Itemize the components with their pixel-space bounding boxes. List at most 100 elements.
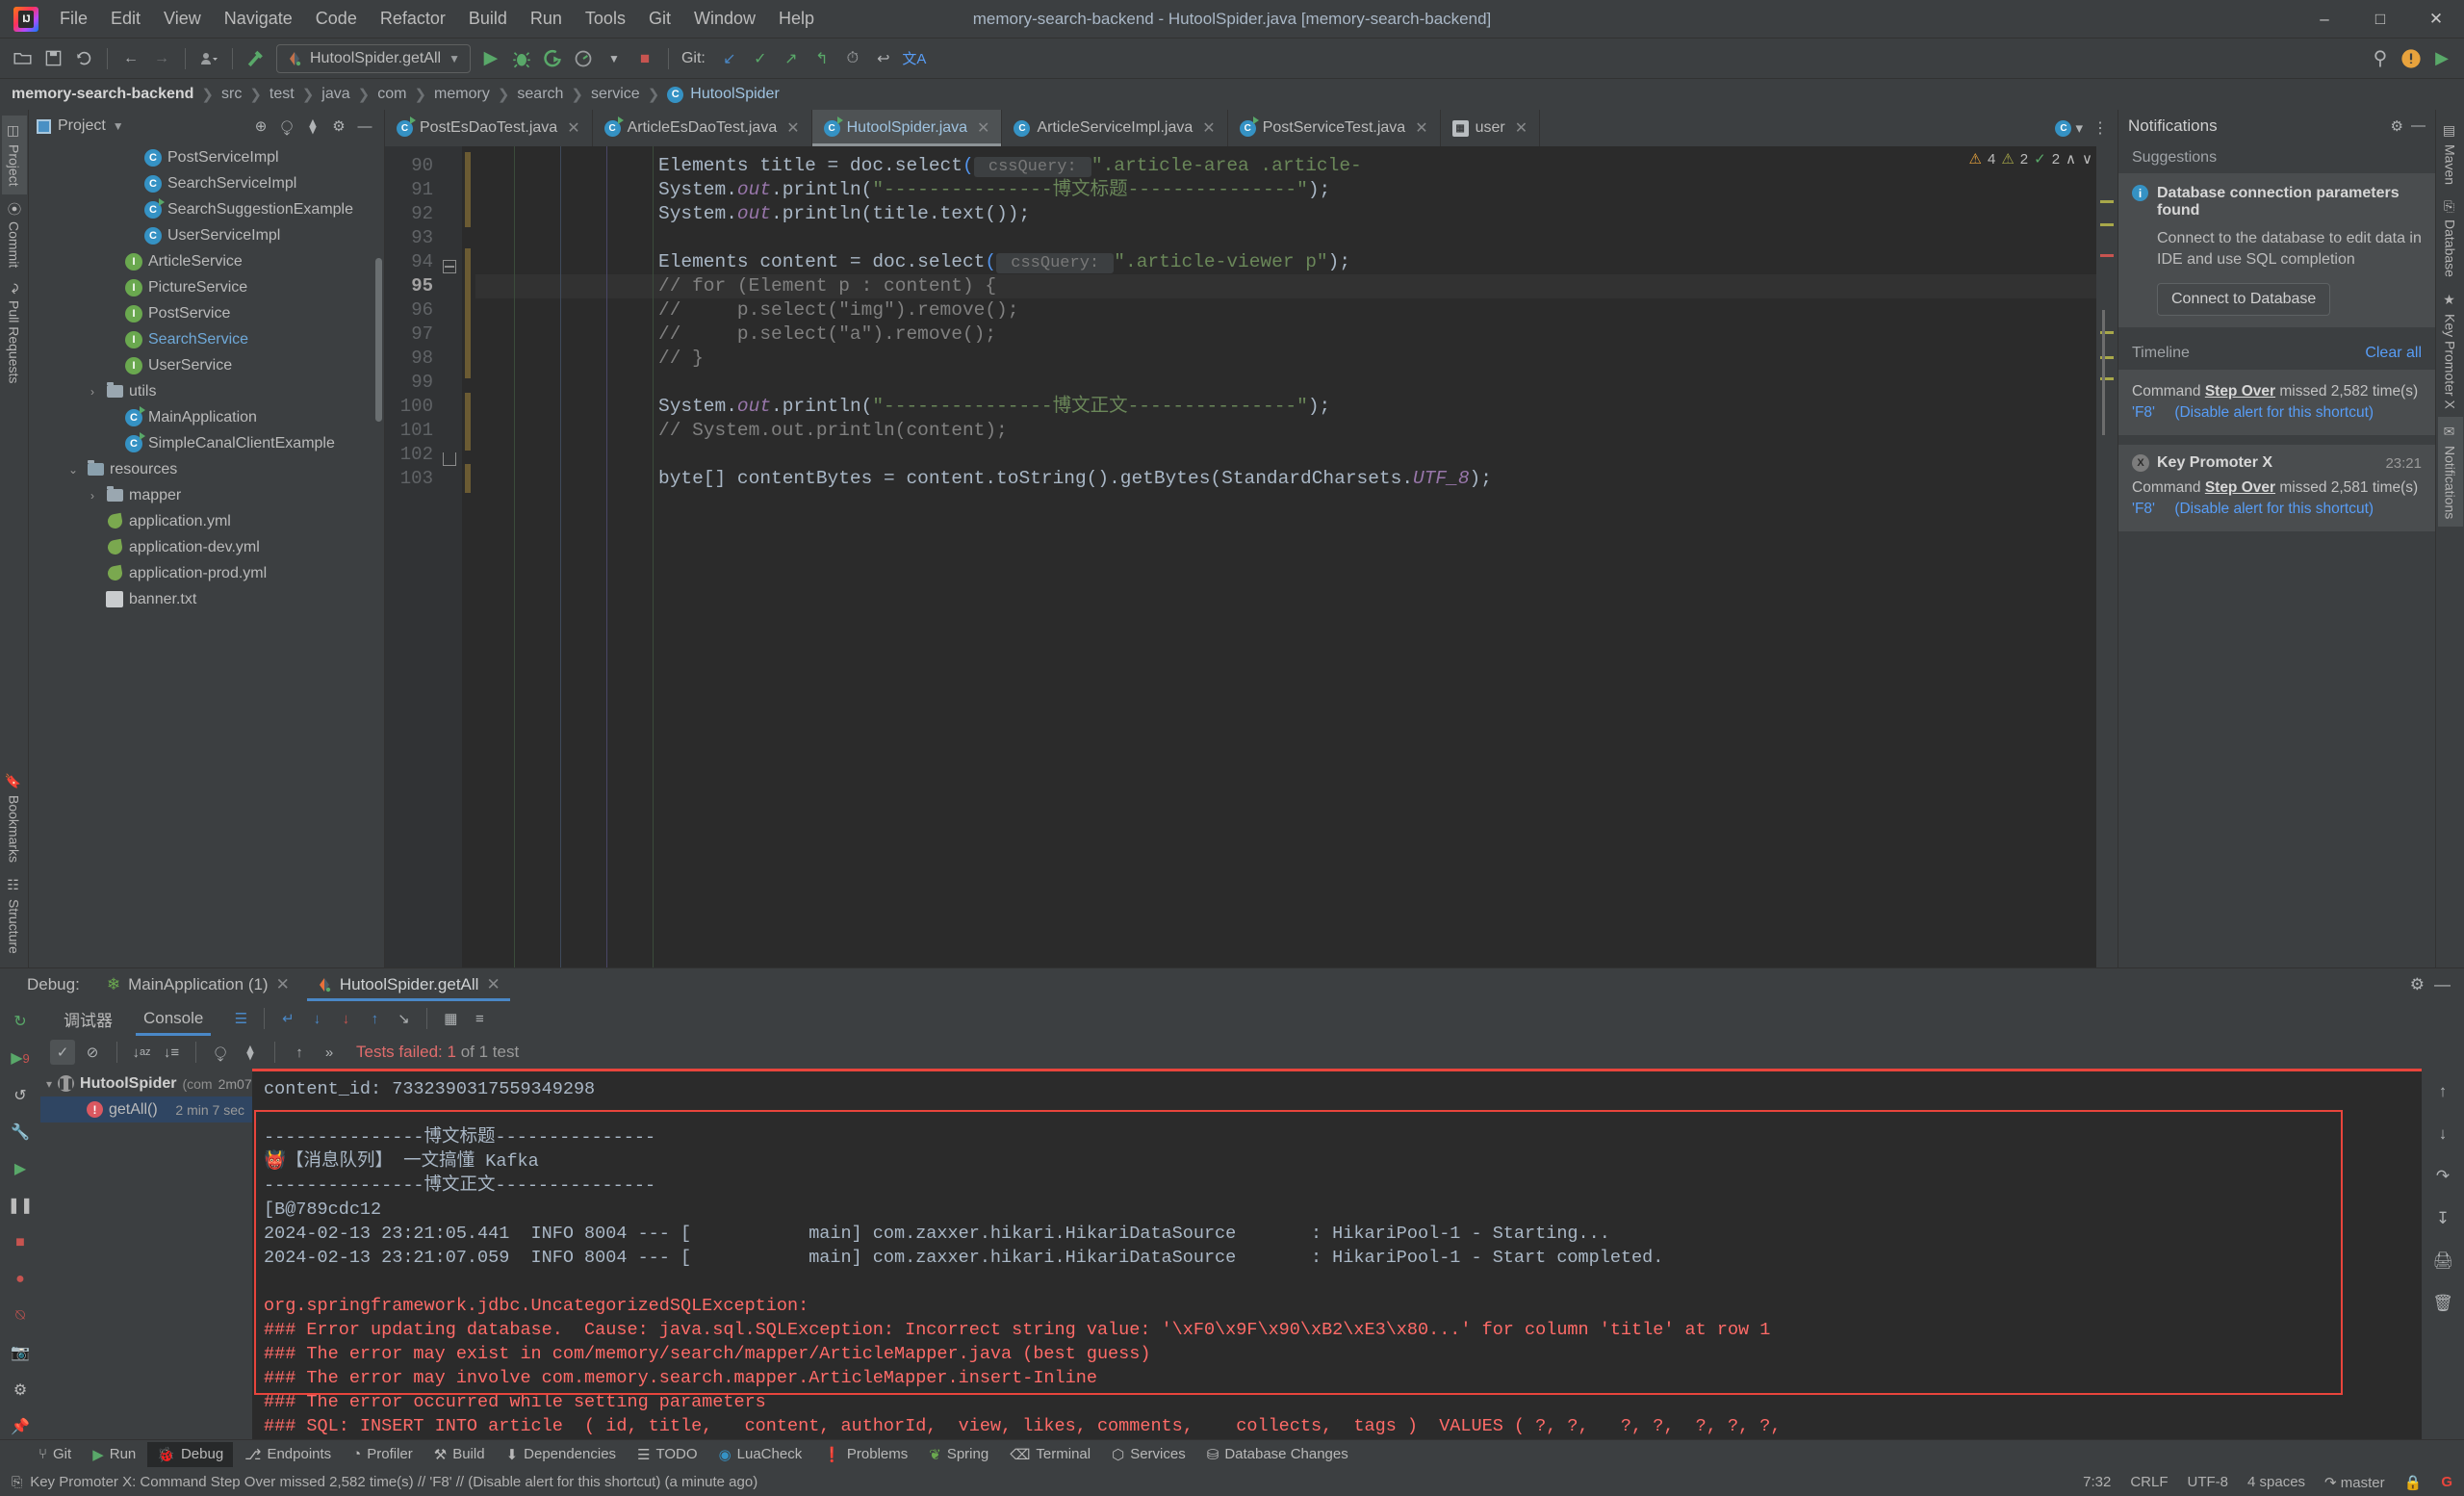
disable-breakpoints-icon[interactable]: ⍉ [7, 1303, 34, 1328]
close-tab-icon[interactable]: ✕ [567, 118, 579, 138]
fold-strip[interactable] [441, 146, 462, 967]
settings-gear-icon[interactable]: ⚙ [327, 115, 350, 138]
hide-panel-icon[interactable]: — [2411, 117, 2426, 135]
code-line[interactable]: // } [475, 347, 2096, 371]
show-passed-icon[interactable]: ✓ [50, 1040, 75, 1065]
sidebar-item-structure[interactable]: ☷ Structure [2, 870, 27, 962]
timeline-disable-alert-link[interactable]: (Disable alert for this shortcut) [2174, 404, 2374, 421]
sidebar-item-database[interactable]: ⎘ Database [2438, 193, 2463, 285]
debug-tab-mainapplication[interactable]: ❄ MainApplication (1) ✕ [93, 968, 303, 1001]
scroll-to-end-icon[interactable]: ↧ [2429, 1205, 2456, 1232]
caret-position[interactable]: 7:32 [2083, 1474, 2111, 1490]
save-icon[interactable] [38, 44, 67, 73]
close-icon[interactable]: ✕ [276, 975, 290, 994]
menu-navigate[interactable]: Navigate [213, 3, 304, 35]
user-profile-icon[interactable] [194, 44, 223, 73]
timeline-item[interactable]: X Key Promoter X 23:21 Command Step Over… [2118, 445, 2435, 532]
tree-node[interactable]: I SearchService [29, 326, 384, 352]
code-line[interactable]: // for (Element p : content) { [475, 274, 2096, 298]
profiler-icon[interactable] [569, 44, 598, 73]
menu-edit[interactable]: Edit [99, 3, 152, 35]
chevron-down-icon[interactable]: ▾ [2075, 119, 2083, 137]
tree-node[interactable]: I PostService [29, 300, 384, 326]
timeline-item[interactable]: Command Step Over missed 2,582 time(s) '… [2118, 370, 2435, 436]
more-icon[interactable]: » [317, 1040, 342, 1065]
breadcrumb-src[interactable]: src [221, 86, 242, 103]
git-rollback-icon[interactable]: ↩ [869, 44, 898, 73]
collapse-all-icon[interactable]: ⧫ [238, 1040, 263, 1065]
sidebar-item-maven[interactable]: ▤ Maven [2438, 116, 2463, 193]
hide-panel-icon[interactable]: — [353, 115, 376, 138]
menu-window[interactable]: Window [682, 3, 767, 35]
sidebar-item-key-promoter[interactable]: ★ Key Promoter X [2438, 285, 2463, 417]
project-tree-scrollbar[interactable] [375, 258, 382, 422]
run-configuration-selector[interactable]: HutoolSpider.getAll ▼ [276, 43, 471, 73]
rerun-failed-icon[interactable]: ▶ 9 [7, 1045, 34, 1070]
test-tree-row-suite[interactable]: ▾ ❚❚ HutoolSpider (com 2m07s231ms [40, 1070, 299, 1096]
toolwindow-button-services[interactable]: ⬡ Services [1102, 1442, 1195, 1467]
connect-to-database-button[interactable]: Connect to Database [2157, 283, 2331, 317]
breadcrumb-com[interactable]: com [377, 86, 406, 103]
code-text[interactable]: Elements title = doc.select( cssQuery: "… [475, 146, 2096, 967]
run-button[interactable]: ▶ [476, 44, 505, 73]
code-line[interactable]: byte[] contentBytes = content.toString()… [475, 467, 2096, 491]
tree-node[interactable]: application.yml [29, 508, 384, 534]
code-line[interactable] [475, 371, 2096, 395]
project-panel-title[interactable]: Project ▼ [37, 117, 124, 135]
tree-node[interactable]: banner.txt [29, 586, 384, 612]
locate-icon[interactable]: ⊕ [249, 115, 272, 138]
breadcrumb-test[interactable]: test [270, 86, 295, 103]
git-push-icon[interactable]: ↗ [777, 44, 806, 73]
git-commit-icon[interactable]: ✓ [746, 44, 775, 73]
editor-tab-postservicetest-java[interactable]: C PostServiceTest.java ✕ [1228, 110, 1441, 146]
toolwindow-button-terminal[interactable]: ⌫ Terminal [1000, 1442, 1100, 1467]
pin-icon[interactable]: 📌 [7, 1414, 34, 1439]
test-tree[interactable]: ▾ ❚❚ HutoolSpider (com 2m07s231ms ! getA… [40, 1069, 299, 1439]
code-line[interactable]: System.out.println("---------------博文标题-… [475, 178, 2096, 202]
tab-console[interactable]: Console [130, 1001, 217, 1036]
layout-icon[interactable]: ☰ [228, 1006, 253, 1031]
code-editor[interactable]: ⚠ 4 ⚠ 2 ✓ 2 ∧ ∨ 90 91 92 93 94 95 96 97 98 99 100 1… [385, 146, 2118, 967]
menu-git[interactable]: Git [637, 3, 682, 35]
tree-node[interactable]: › utils [29, 378, 384, 404]
step-out-icon[interactable]: ↑ [362, 1006, 387, 1031]
sidebar-item-commit[interactable]: ⦿ Commit [0, 194, 29, 275]
search-everywhere-icon[interactable]: ⚲ [2366, 44, 2395, 73]
collapse-all-icon[interactable]: ⧫ [301, 115, 324, 138]
scroll-up-icon[interactable]: ↑ [2429, 1078, 2456, 1105]
toolwindow-button-database-changes[interactable]: ⛁ Database Changes [1197, 1442, 1358, 1467]
menu-run[interactable]: Run [519, 3, 574, 35]
sidebar-item-notifications[interactable]: ✉ Notifications [2437, 416, 2463, 528]
settings-wrench-icon[interactable]: 🔧 [7, 1120, 34, 1145]
test-tree-row-method[interactable]: ! getAll() 2 min 7 sec [40, 1096, 252, 1122]
settings-icon[interactable]: ⚙ [7, 1378, 34, 1403]
run-to-cursor-icon[interactable]: ↘ [391, 1006, 416, 1031]
editor-tab-postesdaotest-java[interactable]: C PostEsDaoTest.java ✕ [385, 110, 593, 146]
settings-gear-icon[interactable]: ⚙ [2410, 975, 2425, 994]
more-options-icon[interactable]: ⋮ [2092, 118, 2108, 138]
tree-node[interactable]: application-dev.yml [29, 534, 384, 560]
toolwindow-button-dependencies[interactable]: ⬇ Dependencies [497, 1442, 626, 1467]
mute-breakpoints-icon[interactable]: ● [7, 1267, 34, 1292]
tree-node[interactable]: C SearchSuggestionExample [29, 196, 384, 222]
pause-icon[interactable]: ❚❚ [7, 1193, 34, 1218]
file-encoding[interactable]: UTF-8 [2188, 1474, 2229, 1490]
tree-node[interactable]: I ArticleService [29, 248, 384, 274]
editor-tab-articleserviceimpl-java[interactable]: C ArticleServiceImpl.java ✕ [1002, 110, 1228, 146]
toolwindow-button-problems[interactable]: ❗ Problems [813, 1442, 917, 1467]
show-ignored-icon[interactable]: ⊘ [80, 1040, 105, 1065]
tree-expand-arrow[interactable]: › [85, 489, 100, 503]
git-history-icon[interactable]: ⏱ [838, 44, 867, 73]
indent-setting[interactable]: 4 spaces [2247, 1474, 2305, 1490]
breadcrumb-memory[interactable]: memory [434, 86, 490, 103]
menu-refactor[interactable]: Refactor [369, 3, 457, 35]
breadcrumb-search[interactable]: search [517, 86, 563, 103]
menu-code[interactable]: Code [304, 3, 369, 35]
sidebar-item-project[interactable]: ◫ Project [1, 116, 27, 194]
line-separator[interactable]: CRLF [2130, 1474, 2168, 1490]
code-line[interactable]: // p.select("a").remove(); [475, 322, 2096, 347]
tree-node[interactable]: C UserServiceImpl [29, 222, 384, 248]
menu-file[interactable]: File [48, 3, 99, 35]
git-branch-widget[interactable]: ↷ master [2324, 1474, 2385, 1491]
expand-all-icon[interactable]: ⧬ [208, 1040, 233, 1065]
